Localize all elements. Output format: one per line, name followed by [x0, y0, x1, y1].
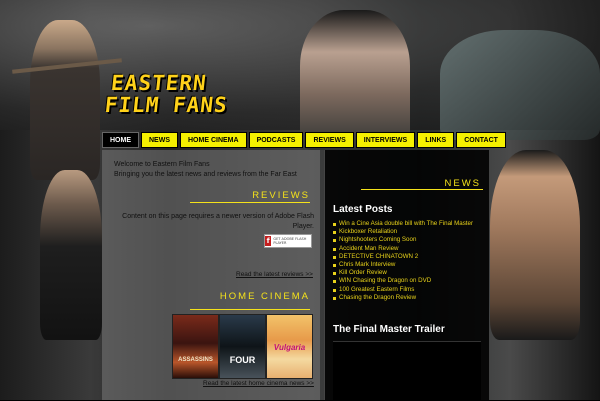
- flash-required-message: Content on this page requires a newer ve…: [122, 213, 314, 230]
- home-cinema-title: HOME CINEMA: [219, 291, 310, 302]
- post-link[interactable]: Kill Order Review: [333, 269, 483, 277]
- news-sidebar: NEWS Latest Posts Win a Cine Asia double…: [324, 150, 489, 401]
- latest-posts-list: Win a Cine Asia double bill with The Fin…: [333, 220, 483, 302]
- nav-reviews[interactable]: REVIEWS: [305, 132, 354, 148]
- news-divider: [361, 189, 483, 190]
- post-link[interactable]: Win a Cine Asia double bill with The Fin…: [333, 220, 483, 228]
- nav-home[interactable]: HOME: [102, 132, 139, 148]
- main-content-panel: Welcome to Eastern Film Fans Bringing yo…: [102, 150, 320, 400]
- reviews-title: REVIEWS: [252, 190, 310, 201]
- reviews-divider: [190, 202, 310, 203]
- post-link[interactable]: Kickboxer Retaliation: [333, 228, 483, 236]
- nav-contact[interactable]: CONTACT: [456, 132, 506, 148]
- dvd-title-vulgaria: Vulgaria: [273, 343, 306, 352]
- post-link[interactable]: Accident Man Review: [333, 245, 483, 253]
- trailer-heading: The Final Master Trailer: [333, 324, 445, 335]
- flash-icon: f: [265, 236, 272, 246]
- post-link[interactable]: 100 Greatest Eastern Films: [333, 286, 483, 294]
- figure-center-woman: [300, 10, 410, 150]
- home-cinema-more-link[interactable]: Read the latest home cinema news >>: [203, 380, 314, 387]
- dvd-title-assassins: ASSASSINS: [178, 357, 213, 363]
- dvd-cover-four[interactable]: FOUR: [219, 314, 266, 379]
- nav-home-cinema[interactable]: HOME CINEMA: [180, 132, 247, 148]
- main-nav: HOME NEWS HOME CINEMA PODCASTS REVIEWS I…: [102, 132, 506, 148]
- post-link[interactable]: Chris Mark Interview: [333, 261, 483, 269]
- figure-right-sword: [440, 30, 600, 140]
- figure-right-fighter: [490, 150, 580, 340]
- site-logo[interactable]: EASTERN FILM FANS: [104, 71, 253, 117]
- post-link[interactable]: Nightshooters Coming Soon: [333, 236, 483, 244]
- logo-line-2: FILM FANS: [103, 93, 229, 117]
- nav-podcasts[interactable]: PODCASTS: [248, 132, 304, 148]
- intro-welcome: Welcome to Eastern Film Fans: [114, 161, 210, 168]
- nav-interviews[interactable]: INTERVIEWS: [355, 132, 416, 148]
- get-flash-player-button[interactable]: f GET ADOBE FLASH PLAYER: [264, 234, 312, 248]
- intro-tagline: Bringing you the latest news and reviews…: [114, 171, 297, 178]
- intro-text: Welcome to Eastern Film Fans Bringing yo…: [114, 160, 297, 180]
- figure-left-warrior: [30, 20, 100, 180]
- news-title: NEWS: [444, 178, 481, 189]
- logo-line-1: EASTERN: [109, 71, 208, 95]
- nav-links[interactable]: LINKS: [417, 132, 455, 148]
- post-link[interactable]: WIN Chasing the Dragon on DVD: [333, 277, 483, 285]
- home-cinema-divider: [190, 309, 310, 310]
- dvd-title-four: FOUR: [229, 355, 256, 365]
- post-link[interactable]: Chasing the Dragon Review: [333, 294, 483, 302]
- dvd-cover-vulgaria[interactable]: Vulgaria: [266, 314, 313, 379]
- latest-posts-heading: Latest Posts: [333, 204, 393, 215]
- figure-left-fighter: [40, 170, 102, 340]
- nav-news[interactable]: NEWS: [141, 132, 178, 148]
- post-link[interactable]: DETECTIVE CHINATOWN 2: [333, 253, 483, 261]
- get-flash-label: GET ADOBE FLASH PLAYER: [273, 237, 307, 245]
- reviews-more-link[interactable]: Read the latest reviews >>: [236, 271, 313, 278]
- trailer-video-player[interactable]: [333, 341, 481, 401]
- dvd-cover-assassins[interactable]: ASSASSINS: [172, 314, 219, 379]
